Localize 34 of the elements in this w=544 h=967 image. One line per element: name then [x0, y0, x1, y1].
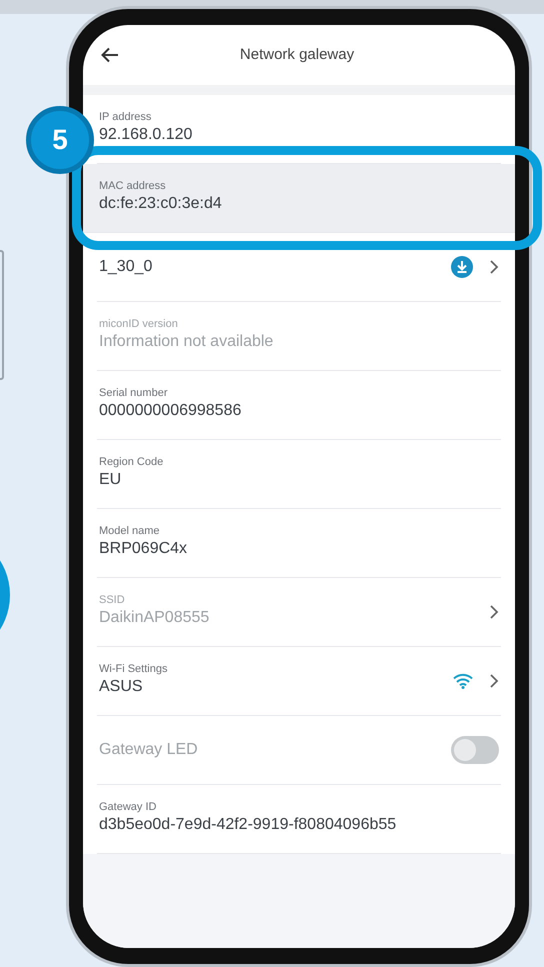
field-label: IP address: [99, 111, 152, 124]
field-label: Gateway ID: [99, 801, 158, 814]
field-label: SSID: [99, 594, 126, 608]
field-value: ASUS: [99, 677, 144, 698]
field-value: BRP069C4x: [99, 539, 188, 560]
field-label: Wi-Fi Settings: [99, 663, 168, 676]
settings-row[interactable]: Serial number 0000000006998586: [97, 371, 501, 440]
step-number: 5: [26, 106, 94, 174]
settings-row[interactable]: Model name BRP069C4x: [97, 509, 501, 578]
field-value: EU: [99, 470, 122, 490]
screen-title: Network galeway: [238, 44, 356, 65]
field-value: DaikinAP08555: [99, 608, 210, 628]
field-label: miconID version: [99, 318, 179, 332]
chevron-icon: [489, 674, 499, 688]
field-value: dc:fe:23:c0:3e:d4: [99, 194, 223, 214]
field-value: Information not available: [99, 332, 274, 352]
settings-row[interactable]: Region Code EU: [97, 440, 501, 509]
settings-row[interactable]: 1_30_0: [97, 233, 501, 302]
field-value: 1_30_0: [99, 256, 154, 277]
chevron-icon: [489, 605, 499, 619]
field-value: 0000000006998586: [99, 401, 242, 422]
field-value: d3b5eo0d-7e9d-42f2-9919-f80804096b55: [99, 815, 398, 836]
field-value: 92.168.0.120: [99, 125, 194, 146]
download-icon[interactable]: [451, 256, 473, 278]
settings-row[interactable]: Wi-Fi Settings ASUS: [97, 647, 501, 716]
back-icon[interactable]: [101, 47, 119, 63]
wifi-icon: [453, 673, 473, 689]
field-label: Region Code: [99, 456, 164, 470]
field-label: MAC address: [99, 180, 167, 194]
field-label: Model name: [99, 525, 161, 538]
field-label: Serial number: [99, 387, 168, 400]
field-value: Gateway LED: [99, 740, 199, 760]
settings-row[interactable]: MAC address dc:fe:23:c0:3e:d4: [83, 164, 515, 233]
chevron-icon: [489, 260, 499, 274]
